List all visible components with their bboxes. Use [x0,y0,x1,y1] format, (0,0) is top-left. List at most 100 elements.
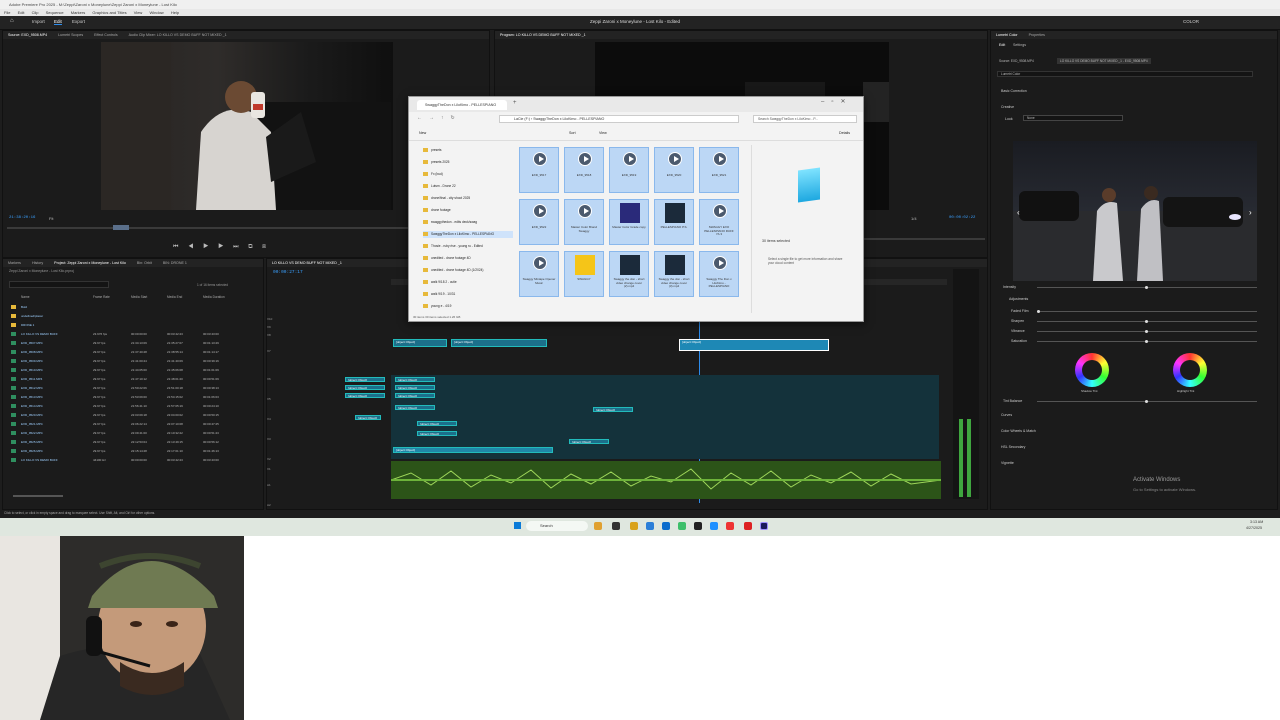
track-v1[interactable]: V1 [267,465,373,473]
tab-bin-drone[interactable]: BIN: DRONE 1 [163,261,187,265]
file-item[interactable]: EXD_9522 [519,199,559,245]
new-tab-icon[interactable]: + [513,100,517,106]
source-transport-controls[interactable]: ⏮ ◀ ▶ ▶ ⏭ ⧉ ⧈ [173,244,270,251]
file-item[interactable]: Master Color Grade copy [609,199,649,245]
project-item[interactable]: EXD_9512.MP4 29.97 fps 21:50:22:06 21:51:00… [3,384,265,392]
nav-folder-item[interactable]: drone footage [423,207,513,214]
store-icon[interactable] [662,522,670,530]
track-v9[interactable]: V9 [267,323,373,331]
program-timecode[interactable]: 00:00:02:22 [949,216,975,220]
col-media-duration[interactable]: Media Duration [203,295,225,299]
file-explorer-window[interactable]: SwaggyTheDon x LiloKimo - PELLESPIANO + … [408,96,864,322]
tab-program[interactable]: Program: LO KILLO VS DEMO BUFF NOT MIXED… [500,33,586,37]
source-fit-select[interactable]: Fit [49,216,53,221]
menu-view[interactable]: View [134,10,143,15]
highlight-tint-wheel[interactable] [1173,353,1207,387]
file-item[interactable]: Swaggy The Don x LiloKimo - PELLESPIANO [699,251,739,297]
menu-clip[interactable]: Clip [32,10,39,15]
project-item[interactable]: undefined/placer [3,312,265,320]
col-name[interactable]: Name [21,295,30,299]
section-creative[interactable]: Creative [1001,105,1014,109]
section-vignette[interactable]: Vignette [1001,461,1014,465]
track-v10[interactable]: V10 [267,315,373,323]
project-item[interactable]: EXD_9514.MP4 29.97 fps 21:56:41:10 21:57:05… [3,402,265,410]
project-item[interactable]: EXD_9511.MP4 29.97 fps 21:47:10:12 21:48:01… [3,375,265,383]
taskbar-search[interactable]: Search [526,521,588,531]
tab-history[interactable]: History [32,261,43,265]
lumetri-source[interactable]: Source: EXD_9508.MP4 [999,59,1034,63]
file-item[interactable]: Swaggy the don - short video change cove… [654,251,694,297]
timeline-clip[interactable]: [object Object] [393,339,447,347]
file-item[interactable]: Swaggy the don - short video change cove… [609,251,649,297]
section-hsl[interactable]: HSL Secondary [1001,445,1025,449]
project-item[interactable]: EXD_9509.MP4 29.97 fps 21:41:00:24 21:41:40… [3,357,265,365]
nav-folder-item[interactable]: walk 9/19 - 10/31 [423,291,513,298]
timeline-clip[interactable]: [object Object] [395,385,435,390]
file-item[interactable]: EXD_9518 [564,147,604,193]
subtab-settings[interactable]: Settings [1013,43,1026,47]
project-search-input[interactable] [9,281,109,288]
track-a1[interactable]: A1 [267,481,373,489]
project-item[interactable]: Bold [3,303,265,311]
track-a2[interactable]: A2 [267,501,373,509]
tab-source[interactable]: Source: EXD_9508.MP4 [8,33,47,37]
view-button[interactable]: View [599,131,607,135]
color-workspace[interactable]: COLOR [1183,19,1199,24]
nav-folder-item[interactable]: young e - 4/19 [423,303,513,310]
tint-balance-slider[interactable] [1037,400,1257,403]
project-item[interactable]: EXD_9508.MP4 29.97 fps 21:37:40:28 21:38:55… [3,348,265,356]
project-item[interactable]: EXD_9521.MP4 29.97 fps 22:06:22:14 22:07:10… [3,420,265,428]
track-v2[interactable]: V2 [267,455,373,463]
home-icon[interactable]: ⌂ [10,18,14,24]
tab-import[interactable]: Import [32,19,45,24]
project-item[interactable]: EXD_9507.MP4 29.97 fps 21:34:13:09 21:35:27… [3,339,265,347]
project-item[interactable]: EXD_9522.MP4 29.97 fps 22:09:41:00 22:10:32… [3,429,265,437]
chrome-icon[interactable] [726,522,734,530]
address-bar[interactable]: LaCie (F:) › SwaggyTheDon x LiloKimo - P… [499,115,739,123]
look-select[interactable]: None [1023,115,1123,121]
col-frame-rate[interactable]: Frame Rate [93,295,110,299]
nav-folder-item[interactable]: presets [423,147,513,154]
menu-sequence[interactable]: Sequence [46,10,64,15]
timeline-clip[interactable]: [object Object] [395,393,435,398]
menu-window[interactable]: Window [149,10,163,15]
details-button[interactable]: Details [839,131,850,135]
tab-export[interactable]: Export [72,19,85,24]
section-curves[interactable]: Curves [1001,413,1012,417]
nav-folder-item[interactable]: Lutsm - Drone 22 [423,183,513,190]
app-icon[interactable] [744,522,752,530]
explorer-search-input[interactable]: Search SwaggyTheDon x LiloKimo - P... [753,115,857,123]
tab-sequence[interactable]: LO KILLO VS DEMO BUFF NOT MIXED _1 [272,261,342,265]
nav-folder-item[interactable]: Thosie - ruby rise - young ru - Edited [423,243,513,250]
project-item[interactable]: EXD_9510.MP4 29.97 fps 21:44:05:00 21:45:06… [3,366,265,374]
intensity-slider[interactable] [1037,286,1257,289]
nav-folder-item[interactable]: unedited - drone footage 4D [423,255,513,262]
timeline-clip[interactable]: [object Object] [417,421,457,426]
nav-folder-item[interactable]: Fx (bud) [423,171,513,178]
track-v7[interactable]: V7 [267,347,373,355]
timeline-clip[interactable]: [object Object] [569,439,609,444]
tab-project[interactable]: Project: Zeppi Zaroni x Moneylune - Lost… [54,261,126,265]
project-item[interactable]: DRONE 1 [3,321,265,329]
shadow-tint-wheel[interactable] [1075,353,1109,387]
nav-folder-item[interactable]: swaggythedon - edits deck/swag [423,219,513,226]
timeline-clip[interactable]: [object Object] [451,339,547,347]
section-basic-correction[interactable]: Basic Correction [1001,89,1027,93]
tab-effect-controls[interactable]: Effect Controls [94,33,118,37]
lumetri-preset-select[interactable]: Lumetri Color [997,71,1253,77]
audio-track-a1[interactable] [390,461,942,499]
saturation-slider[interactable] [1037,340,1257,343]
menu-help[interactable]: Help [171,10,179,15]
file-item[interactable]: SWAGGY EXO PELLESPIANO RUFF 7A 3 [699,199,739,245]
file-item[interactable]: Swaggy Mixtape Opener Music [519,251,559,297]
adjustments-label[interactable]: Adjustments [1009,297,1028,301]
nav-folder-item[interactable]: SwaggyTheDon x LiloKimo - PELLESPIANO [423,231,513,238]
new-button[interactable]: New [419,131,426,135]
faded-film-slider[interactable] [1037,310,1257,313]
track-v8[interactable]: V8 [267,331,373,339]
source-in-out-range[interactable] [113,225,129,230]
section-color-wheels[interactable]: Color Wheels & Match [1001,429,1036,433]
widgets-icon[interactable] [594,522,602,530]
menu-file[interactable]: File [4,10,10,15]
timeline-clip[interactable]: [object Object] [345,385,385,390]
